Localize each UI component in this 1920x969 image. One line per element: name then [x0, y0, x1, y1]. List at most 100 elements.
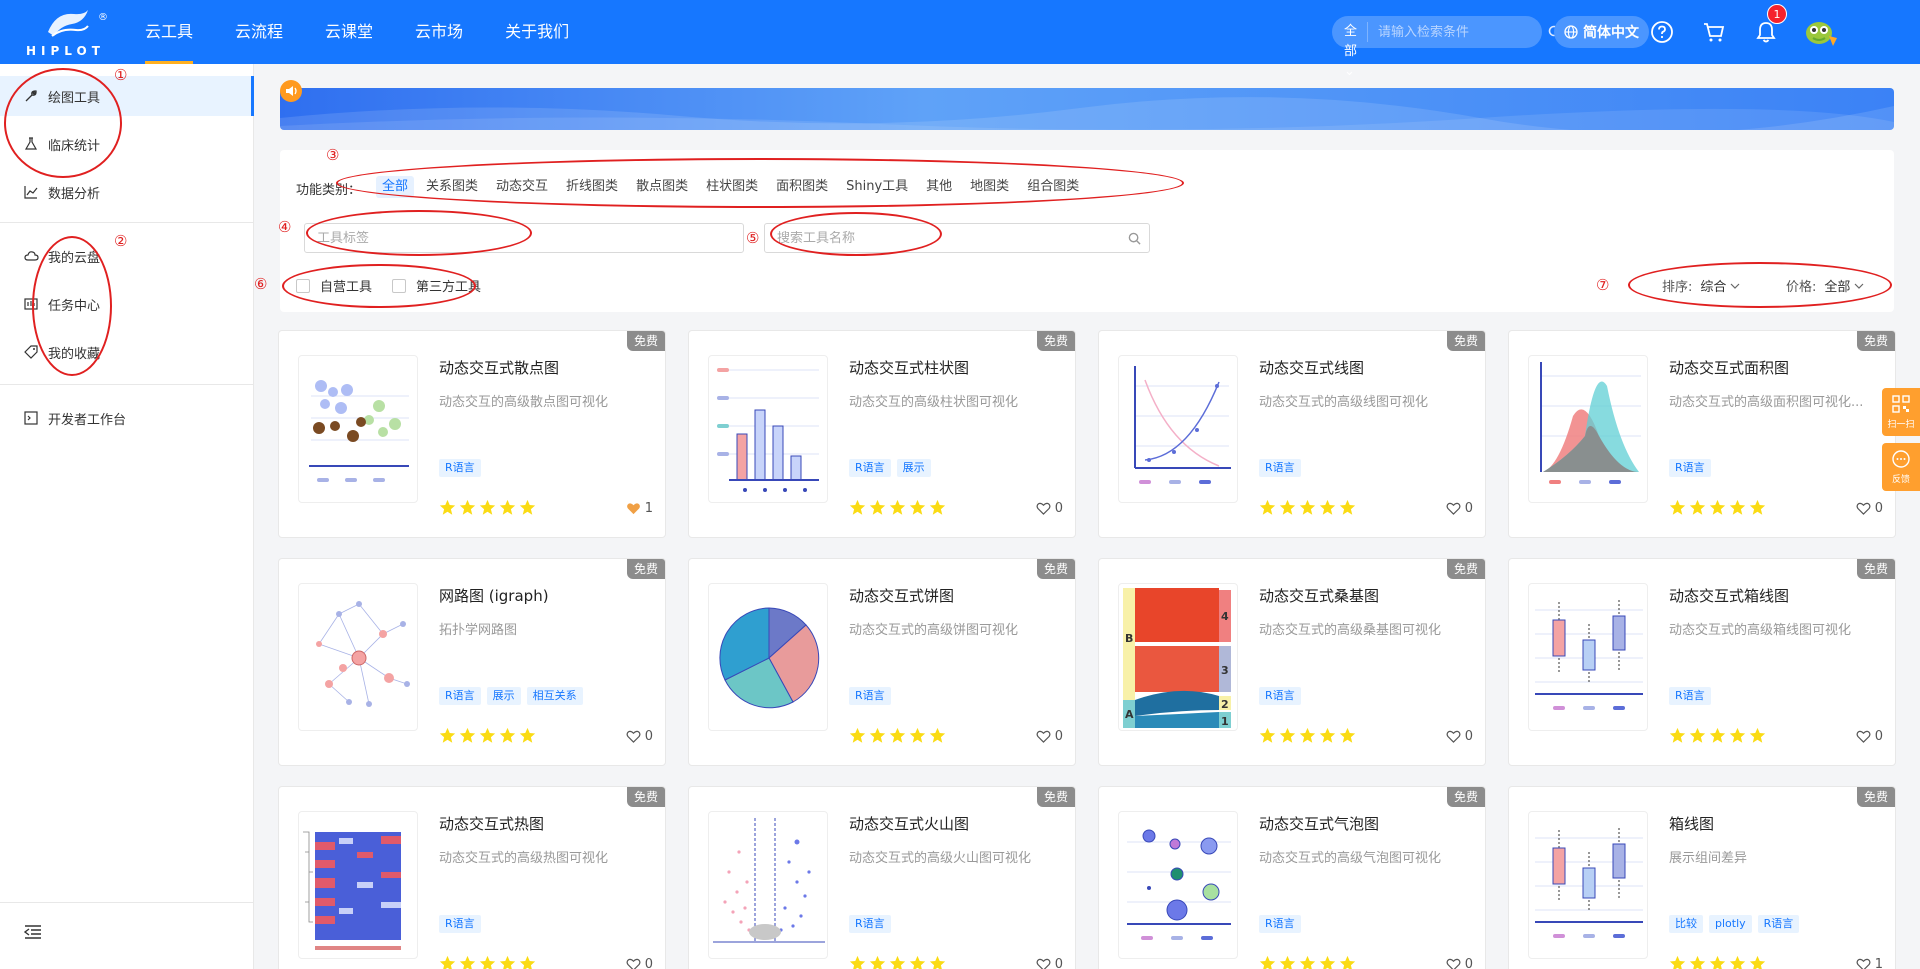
tool-card-network[interactable]: 免费 网路图 (igraph) 拓扑学网路图 R语言 展示 相互关系 0: [278, 558, 666, 766]
category-interactive[interactable]: 动态交互: [490, 176, 554, 198]
cart-icon[interactable]: [1700, 18, 1728, 46]
tool-card-pie[interactable]: 免费 动态交互式饼图 动态交互式的高级饼图可视化 R语言 0: [688, 558, 1076, 766]
like-button[interactable]: 1: [626, 501, 653, 516]
category-other[interactable]: 其他: [920, 176, 958, 198]
nav-cloud-tools[interactable]: 云工具: [130, 0, 208, 64]
tool-card-bubble[interactable]: 免费 动态交互式气泡图 动态交互式的高级气泡图可视化 R语言 0: [1098, 786, 1486, 969]
card-tag[interactable]: 展示: [896, 459, 931, 477]
tool-card-scatter[interactable]: 免费 动态交互式散点图 动态交互的高级散点图可视化 R语言 1: [278, 330, 666, 538]
card-tag[interactable]: R语言: [1259, 687, 1301, 705]
collapse-sidebar-icon[interactable]: [23, 924, 44, 944]
nav-cloud-class[interactable]: 云课堂: [310, 0, 388, 64]
like-count: 0: [1054, 729, 1063, 744]
star-icon: [1319, 955, 1336, 969]
user-avatar[interactable]: [1803, 16, 1839, 48]
card-tag[interactable]: plotly: [1709, 915, 1752, 933]
star-icon: [479, 955, 496, 969]
search-scope-select[interactable]: 全部 ⌄: [1332, 22, 1369, 79]
like-button[interactable]: 0: [1036, 729, 1063, 744]
category-area[interactable]: 面积图类: [770, 176, 834, 198]
star-icon: [1299, 955, 1316, 969]
card-tag[interactable]: 比较: [1669, 915, 1703, 933]
category-label: 功能类别：: [296, 183, 362, 198]
like-button[interactable]: 0: [626, 729, 653, 744]
star-icon: [1749, 499, 1766, 515]
like-button[interactable]: 0: [1856, 501, 1883, 516]
category-map[interactable]: 地图类: [964, 176, 1015, 198]
sidebar-item-clinical-stats[interactable]: 临床统计: [0, 124, 254, 164]
card-tag[interactable]: R语言: [1259, 915, 1301, 933]
sidebar-item-data-analysis[interactable]: 数据分析: [0, 172, 254, 212]
card-tag[interactable]: R语言: [439, 459, 481, 477]
card-tag[interactable]: R语言: [849, 915, 891, 933]
tool-name-input[interactable]: [765, 230, 1119, 246]
card-tags: R语言: [1259, 459, 1301, 477]
sort-select[interactable]: 综合: [1700, 276, 1740, 295]
tool-card-bar[interactable]: 免费 动态交互式柱状图 动态交互的高级柱状图可视化 R语言 展示 0: [688, 330, 1076, 538]
language-switch[interactable]: 简体中文: [1554, 16, 1649, 48]
like-count: 0: [1054, 957, 1063, 969]
sidebar-item-developer[interactable]: 开发者工作台: [0, 398, 254, 438]
tool-card-sankey[interactable]: 免费 B A 4 3 2 1 动态交互式桑基图 动态交互式的高级桑基图可视化 R语言 0: [1098, 558, 1486, 766]
star-icon: [889, 955, 906, 969]
feedback-float-button[interactable]: 反馈: [1882, 443, 1920, 491]
rating-stars: [439, 955, 536, 969]
free-badge: 免费: [1857, 559, 1895, 579]
card-tag[interactable]: R语言: [1669, 687, 1711, 705]
card-tag[interactable]: R语言: [1669, 459, 1711, 477]
like-button[interactable]: 0: [1856, 729, 1883, 744]
category-bar[interactable]: 柱状图类: [700, 176, 764, 198]
category-relation[interactable]: 关系图类: [420, 176, 484, 198]
qr-float-button[interactable]: 扫一扫: [1882, 388, 1920, 436]
tool-card-boxplot[interactable]: 免费 箱线图 展示组间差异 比较 plotly R语言 1: [1508, 786, 1896, 969]
category-combo[interactable]: 组合图类: [1021, 176, 1085, 198]
tool-card-volcano[interactable]: 免费 动态交互式火山图 动态交互式的高级火山图可视化 R语言 0: [688, 786, 1076, 969]
like-button[interactable]: 0: [1446, 501, 1473, 516]
card-tag[interactable]: R语言: [849, 687, 891, 705]
tool-card-area[interactable]: 免费 动态交互式面积图 动态交互式的高级面积图可视化... R语言 0: [1508, 330, 1896, 538]
card-tag[interactable]: R语言: [1259, 459, 1301, 477]
hiplot-logo[interactable]: ® HIPLOT: [22, 6, 112, 58]
tool-card-line[interactable]: 免费 动态交互式线图 动态交互式的高级线图可视化 R语言 0: [1098, 330, 1486, 538]
free-badge: 免费: [1037, 559, 1075, 579]
card-tag[interactable]: 展示: [486, 687, 521, 705]
category-scatter[interactable]: 散点图类: [630, 176, 694, 198]
like-button[interactable]: 0: [1446, 957, 1473, 969]
price-control: 价格: 全部: [1786, 276, 1864, 295]
nav-about-us[interactable]: 关于我们: [490, 0, 584, 64]
sidebar-item-task-center[interactable]: 任务中心: [0, 284, 254, 324]
third-party-checkbox[interactable]: 第三方工具: [392, 276, 481, 295]
card-tag[interactable]: 相互关系: [526, 687, 583, 705]
announcement-banner[interactable]: [280, 88, 1894, 130]
like-button[interactable]: 0: [1036, 957, 1063, 969]
sidebar-item-favorites[interactable]: 我的收藏: [0, 332, 254, 372]
tag-filter-input[interactable]: [304, 223, 744, 253]
card-tag[interactable]: R语言: [849, 459, 891, 477]
like-button[interactable]: 0: [626, 957, 653, 969]
checkbox-box: [296, 278, 310, 293]
like-button[interactable]: 0: [1036, 501, 1063, 516]
self-operated-checkbox[interactable]: 自营工具: [296, 276, 372, 295]
search-input[interactable]: [1368, 24, 1549, 40]
like-button[interactable]: 0: [1446, 729, 1473, 744]
help-icon[interactable]: [1648, 18, 1676, 46]
nav-cloud-flow[interactable]: 云流程: [220, 0, 298, 64]
sort-control: 排序: 综合: [1662, 276, 1740, 295]
category-shiny[interactable]: Shiny工具: [840, 176, 914, 198]
star-icon: [889, 727, 906, 743]
category-line[interactable]: 折线图类: [560, 176, 624, 198]
search-icon[interactable]: [1119, 232, 1149, 245]
sidebar-divider: [0, 222, 254, 223]
card-title: 动态交互式饼图: [849, 587, 955, 605]
card-tag[interactable]: R语言: [439, 687, 481, 705]
thumbnail-bubble: [1118, 811, 1238, 959]
price-select[interactable]: 全部: [1824, 276, 1864, 295]
tool-card-heatmap[interactable]: 免费 动态交互式热图 动态交互式的高级热图可视化 R语言 0: [278, 786, 666, 969]
nav-cloud-market[interactable]: 云市场: [400, 0, 478, 64]
tool-card-boxplot-interactive[interactable]: 免费 动态交互式箱线图 动态交互式的高级箱线图可视化 R语言 0: [1508, 558, 1896, 766]
category-all[interactable]: 全部: [376, 176, 415, 198]
speaker-icon[interactable]: [280, 80, 302, 102]
card-tag[interactable]: R语言: [439, 915, 481, 933]
card-tag[interactable]: R语言: [1757, 915, 1800, 933]
like-button[interactable]: 1: [1856, 957, 1883, 969]
